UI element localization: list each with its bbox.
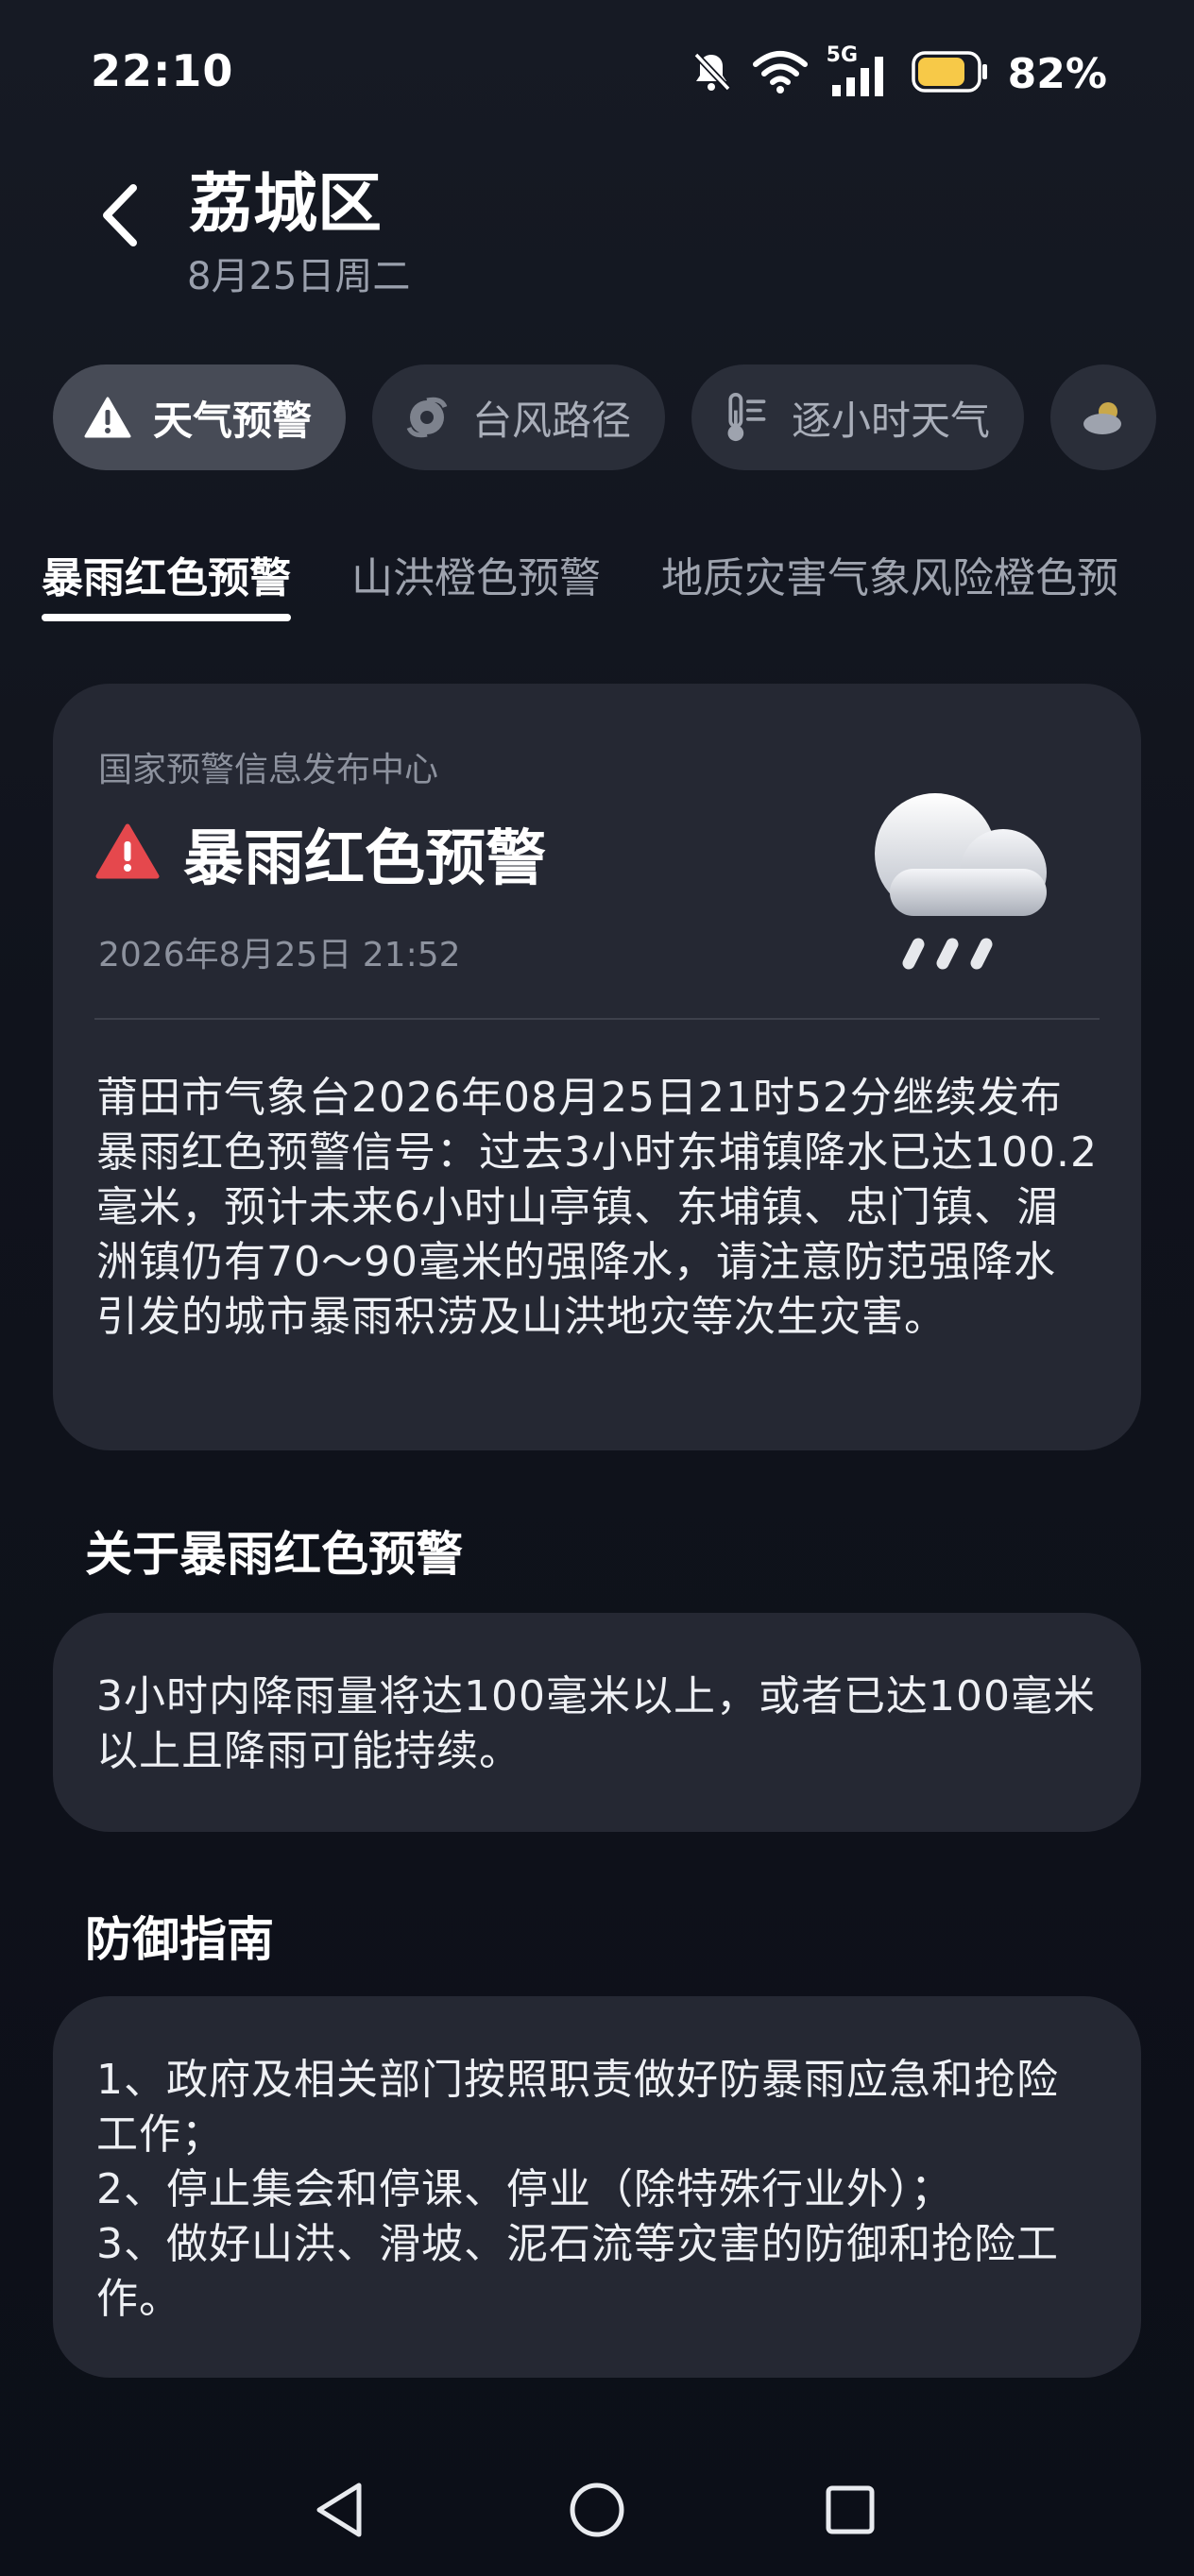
alert-description: 莆田市气象台2026年08月25日21时52分继续发布暴雨红色预警信号：过去3小…: [96, 1074, 1098, 1341]
alert-heading: 暴雨红色预警: [94, 810, 546, 897]
chip-typhoon-path[interactable]: 台风路径: [372, 364, 666, 470]
nav-home-icon: [567, 2480, 627, 2544]
wifi-icon: [752, 49, 808, 98]
system-nav-bar: [0, 2446, 1194, 2576]
battery-icon: [911, 51, 989, 96]
alert-card: 国家预警信息发布中心 暴雨红色预警 2026年8月25日 21:52 莆田市气象…: [53, 684, 1141, 1450]
page-title: 荔城区: [189, 167, 383, 242]
warning-tabs: 暴雨红色预警 山洪橙色预警 地质灾害气象风险橙色预: [42, 546, 1118, 621]
about-text: 3小时内降雨量将达100毫米以上，或者已达100毫米以上且降雨可能持续。: [96, 1672, 1096, 1775]
page-date: 8月25日周二: [187, 255, 411, 298]
nav-recents-button[interactable]: [812, 2474, 888, 2550]
tab-flash-flood-orange[interactable]: 山洪橙色预警: [351, 546, 601, 621]
chip-label: 台风路径: [472, 397, 632, 444]
warning-icon: [83, 393, 132, 442]
thermometer-icon: [722, 393, 771, 442]
chip-weather-warning[interactable]: 天气预警: [53, 364, 347, 470]
alert-source: 国家预警信息发布中心: [98, 751, 439, 789]
nav-back-button[interactable]: [302, 2474, 378, 2550]
divider: [94, 1018, 1100, 1020]
tab-rainstorm-red[interactable]: 暴雨红色预警: [42, 546, 291, 621]
chip-label: 逐小时天气: [792, 397, 991, 444]
status-icons: 5G 82%: [689, 43, 1107, 100]
battery-percent: 82%: [1007, 49, 1107, 98]
alert-title: 暴雨红色预警: [183, 824, 546, 894]
chip-label: 天气预警: [153, 397, 313, 444]
nav-home-button[interactable]: [559, 2474, 635, 2550]
nav-recents-icon: [822, 2482, 878, 2542]
chevron-left-icon: [97, 182, 145, 252]
cell-signal-icon: 5G: [827, 43, 893, 98]
nav-back-icon: [312, 2480, 368, 2544]
chip-hourly-weather[interactable]: 逐小时天气: [691, 364, 1025, 470]
feature-chips: 天气预警 台风路径 逐小时天气: [53, 364, 1157, 470]
typhoon-icon: [402, 393, 452, 442]
back-button[interactable]: [83, 170, 159, 264]
guide-card: 1、政府及相关部门按照职责做好防暴雨应急和抢险工作； 2、停止集会和停课、停业（…: [53, 1996, 1141, 2378]
guide-section-title: 防御指南: [85, 1912, 274, 1967]
about-card: 3小时内降雨量将达100毫米以上，或者已达100毫米以上且降雨可能持续。: [53, 1613, 1141, 1832]
guide-text: 1、政府及相关部门按照职责做好防暴雨应急和抢险工作； 2、停止集会和停课、停业（…: [96, 2056, 1059, 2323]
rain-cloud-icon: [852, 778, 1069, 986]
cloud-icon: [1079, 393, 1128, 442]
tab-geological-hazard-orange[interactable]: 地质灾害气象风险橙色预: [661, 546, 1118, 621]
mute-bell-icon: [689, 49, 734, 98]
about-section-title: 关于暴雨红色预警: [85, 1527, 463, 1582]
status-time: 22:10: [91, 45, 234, 96]
warning-red-icon: [94, 822, 161, 885]
alert-time: 2026年8月25日 21:52: [98, 936, 461, 974]
status-bar: 22:10 5G 82%: [0, 0, 1194, 142]
chip-more-weather[interactable]: [1050, 364, 1157, 470]
